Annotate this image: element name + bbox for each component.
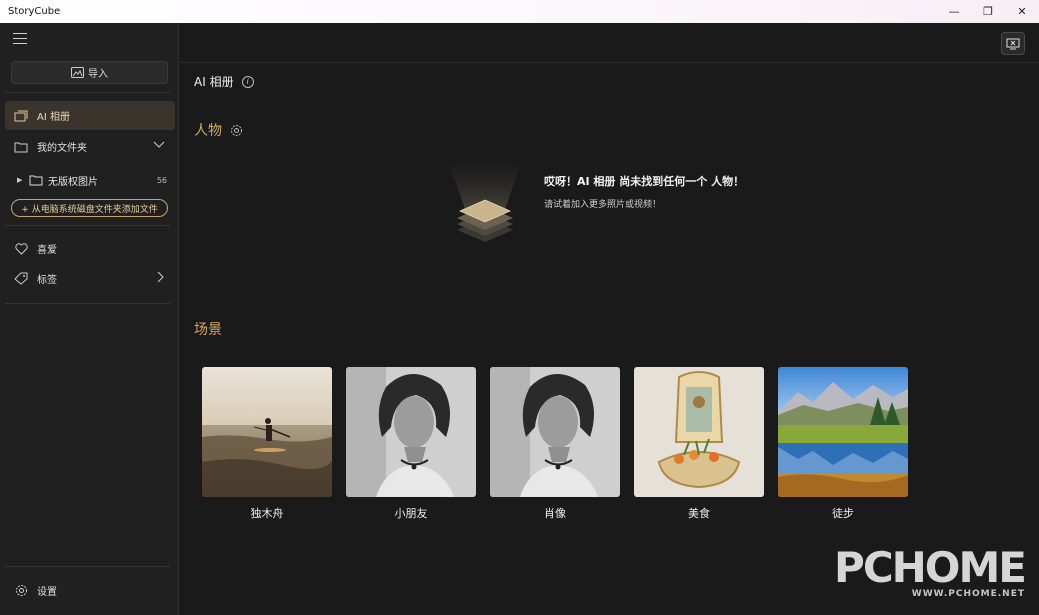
folder-count: 56 bbox=[156, 175, 167, 185]
nav-my-folders-label: 我的文件夹 bbox=[37, 143, 87, 154]
folder-item[interactable]: ▶ 无版权图片 56 bbox=[17, 170, 172, 190]
ai-album-icon bbox=[5, 110, 37, 122]
empty-cube-illustration bbox=[448, 160, 522, 245]
chevron-right-icon[interactable] bbox=[157, 271, 165, 286]
nav-favorites-label: 喜爱 bbox=[37, 245, 57, 256]
chevron-down-icon[interactable] bbox=[153, 141, 165, 152]
expand-arrow-icon[interactable]: ▶ bbox=[17, 176, 29, 184]
scene-label: 徒步 bbox=[832, 507, 854, 520]
page-title: AI 相册 i bbox=[194, 73, 254, 90]
slideshow-icon bbox=[1006, 38, 1020, 49]
people-section-title: 人物 bbox=[194, 120, 243, 140]
people-title: 人物 bbox=[194, 123, 222, 139]
scene-thumbnail[interactable] bbox=[778, 367, 908, 497]
scene-card-portrait[interactable]: 肖像 bbox=[490, 367, 620, 521]
nav-favorites[interactable]: 喜爱 bbox=[5, 234, 175, 263]
tag-icon bbox=[5, 272, 37, 285]
gear-icon bbox=[5, 584, 37, 597]
image-icon bbox=[71, 67, 84, 78]
scene-thumbnail[interactable] bbox=[202, 367, 332, 497]
folder-label: 无版权图片 bbox=[48, 176, 98, 188]
import-label: 导入 bbox=[88, 69, 108, 80]
empty-subtitle: 请试着加入更多照片或视频！ bbox=[544, 200, 662, 210]
nav-settings[interactable]: 设置 bbox=[5, 576, 175, 605]
scene-card-kid[interactable]: 小朋友 bbox=[346, 367, 476, 521]
scene-thumbnail[interactable] bbox=[490, 367, 620, 497]
scene-label: 小朋友 bbox=[394, 507, 428, 520]
empty-title: 哎呀！AI 相册 尚未找到任何一个 人物！ bbox=[544, 175, 745, 188]
scene-label: 肖像 bbox=[544, 507, 566, 520]
info-icon[interactable]: i bbox=[241, 75, 254, 88]
scene-label: 美食 bbox=[688, 507, 710, 520]
main-content: AI 相册 i 人物 哎呀！AI 相册 尚未找到任何一个 人物！ 请试着加入更多… bbox=[180, 23, 1039, 615]
nav-tags[interactable]: 标签 bbox=[5, 264, 175, 293]
menu-icon[interactable] bbox=[13, 33, 27, 44]
scene-card-food[interactable]: 美食 bbox=[634, 367, 764, 521]
folder-icon bbox=[29, 175, 43, 186]
scenes-section-title: 场景 bbox=[194, 319, 222, 339]
add-folder-button[interactable]: + 从电脑系统磁盘文件夹添加文件 bbox=[11, 199, 168, 217]
nav-ai-album[interactable]: AI 相册 bbox=[5, 101, 175, 130]
app-title: StoryCube bbox=[8, 6, 61, 17]
empty-state: 哎呀！AI 相册 尚未找到任何一个 人物！ 请试着加入更多照片或视频！ bbox=[544, 173, 744, 210]
nav-settings-label: 设置 bbox=[37, 587, 57, 598]
restore-button[interactable]: ❐ bbox=[971, 0, 1005, 23]
divider bbox=[5, 225, 170, 226]
sidebar: 导入 AI 相册 我的文件夹 ▶ 无版权图片 56 + 从电脑系统磁盘文件夹添加… bbox=[0, 23, 179, 615]
gear-icon[interactable] bbox=[230, 124, 243, 137]
main-toolbar bbox=[180, 23, 1039, 63]
scene-card-canoe[interactable]: 独木舟 bbox=[202, 367, 332, 521]
scene-grid: 独木舟 小朋友 肖像 美食 徒步 bbox=[202, 367, 908, 521]
import-button[interactable]: 导入 bbox=[11, 61, 168, 84]
scene-thumbnail[interactable] bbox=[346, 367, 476, 497]
divider bbox=[5, 92, 170, 93]
page-title-text: AI 相册 bbox=[194, 75, 234, 89]
nav-tags-label: 标签 bbox=[37, 275, 57, 286]
watermark: PCHOME WWW.PCHOME.NET bbox=[834, 543, 1027, 600]
scene-card-hiking[interactable]: 徒步 bbox=[778, 367, 908, 521]
nav-ai-album-label: AI 相册 bbox=[37, 112, 70, 123]
folder-icon bbox=[5, 141, 37, 153]
scene-thumbnail[interactable] bbox=[634, 367, 764, 497]
close-button[interactable]: ✕ bbox=[1005, 0, 1039, 23]
divider bbox=[5, 566, 170, 567]
heart-icon bbox=[5, 242, 37, 255]
scenes-title: 场景 bbox=[194, 322, 222, 338]
nav-my-folders[interactable]: 我的文件夹 bbox=[5, 132, 175, 161]
divider bbox=[5, 303, 170, 304]
minimize-button[interactable]: — bbox=[937, 0, 971, 23]
scene-label: 独木舟 bbox=[250, 507, 284, 520]
watermark-logo: PCHOME bbox=[834, 543, 1027, 592]
slideshow-button[interactable] bbox=[1001, 32, 1025, 55]
title-bar: StoryCube — ❐ ✕ bbox=[0, 0, 1039, 23]
